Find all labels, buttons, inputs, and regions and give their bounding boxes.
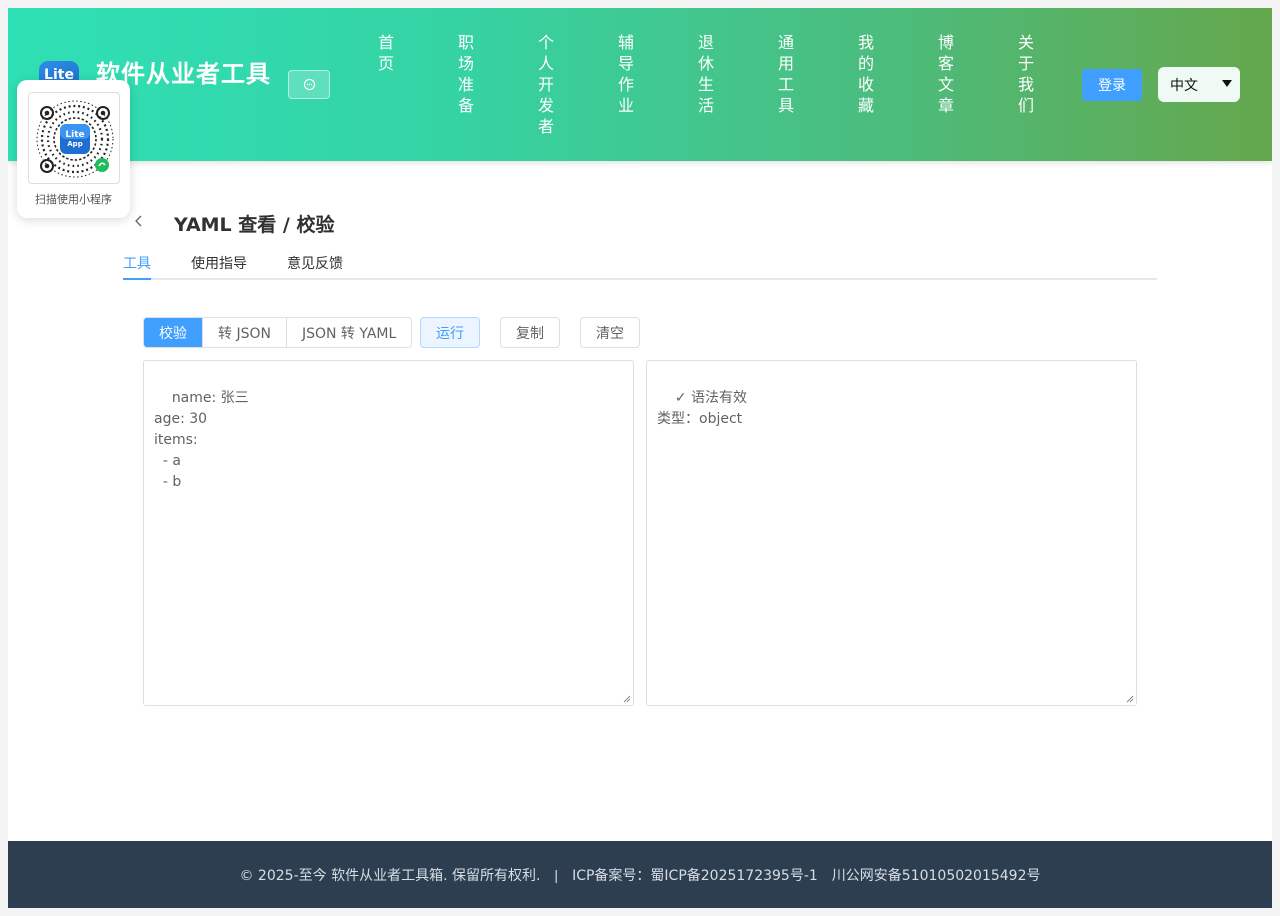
mode-validate-button[interactable]: 校验 [144, 318, 202, 347]
tab-feedback[interactable]: 意见反馈 [287, 253, 343, 273]
chat-bubble-icon [303, 78, 315, 91]
nav-item-home[interactable]: 首页 [377, 32, 395, 74]
language-value: 中文 [1170, 77, 1198, 94]
copy-button[interactable]: 复制 [500, 317, 560, 348]
nav-item-about[interactable]: 关于我们 [1017, 32, 1035, 116]
footer-copyright: © 2025-至今 软件从业者工具箱. 保留所有权利. [239, 867, 541, 884]
tab-tool[interactable]: 工具 [123, 253, 151, 273]
result-output-text: ✓ 语法有效 类型：object [657, 390, 747, 427]
nav-item-indie-dev[interactable]: 个人开发者 [537, 32, 555, 137]
nav-item-career[interactable]: 职场准备 [457, 32, 475, 116]
page: Lite 软件从业者工具 首页 职场准备 个人开发者 辅导作业 退休生活 通用工… [8, 8, 1272, 908]
footer-police-link[interactable]: 川公网安备51010502015492号 [832, 865, 1041, 885]
yaml-input-editor[interactable]: name: 张三 age: 30 items: - a - b [143, 360, 634, 706]
top-header: Lite 软件从业者工具 首页 职场准备 个人开发者 辅导作业 退休生活 通用工… [8, 8, 1272, 161]
site-footer: © 2025-至今 软件从业者工具箱. 保留所有权利. | ICP备案号：蜀IC… [8, 841, 1272, 908]
nav-item-retirement[interactable]: 退休生活 [697, 32, 715, 116]
nav-item-general-tools[interactable]: 通用工具 [777, 32, 795, 116]
clear-button[interactable]: 清空 [580, 317, 640, 348]
chat-button[interactable] [288, 70, 330, 99]
qr-app-label-line2: App [67, 140, 82, 148]
resize-handle-icon[interactable] [1126, 695, 1134, 703]
chevron-down-icon [1222, 80, 1232, 87]
qr-code-image: Lite App [28, 92, 120, 184]
login-button[interactable]: 登录 [1082, 69, 1142, 101]
language-select[interactable]: 中文 [1158, 67, 1240, 102]
nav-item-homework[interactable]: 辅导作业 [617, 32, 635, 116]
footer-separator: | [554, 866, 559, 883]
tab-bar: 工具 使用指导 意见反馈 [123, 248, 1157, 280]
result-output-panel[interactable]: ✓ 语法有效 类型：object [646, 360, 1137, 706]
footer-icp-link[interactable]: ICP备案号：蜀ICP备2025172395号-1 [572, 865, 818, 885]
yaml-input-text: name: 张三 age: 30 items: - a - b [154, 390, 249, 490]
nav-item-favorites[interactable]: 我的收藏 [857, 32, 875, 116]
mode-segmented-control: 校验 转 JSON JSON 转 YAML [143, 317, 413, 348]
mode-json-to-yaml-button[interactable]: JSON 转 YAML [285, 318, 412, 347]
mini-program-qr-card: Lite App 扫描使用小程序 [17, 80, 130, 218]
mini-program-badge-icon [95, 158, 109, 172]
page-title: YAML 查看 / 校验 [174, 214, 335, 236]
back-arrow-icon[interactable] [132, 214, 144, 228]
qr-app-label-line1: Lite [65, 130, 84, 140]
active-tab-indicator [123, 278, 151, 280]
tab-guide[interactable]: 使用指导 [191, 253, 247, 273]
mode-to-json-button[interactable]: 转 JSON [202, 318, 286, 347]
nav-item-blog[interactable]: 博客文章 [937, 32, 955, 116]
qr-caption: 扫描使用小程序 [35, 193, 112, 206]
resize-handle-icon[interactable] [623, 695, 631, 703]
run-button[interactable]: 运行 [420, 317, 480, 348]
